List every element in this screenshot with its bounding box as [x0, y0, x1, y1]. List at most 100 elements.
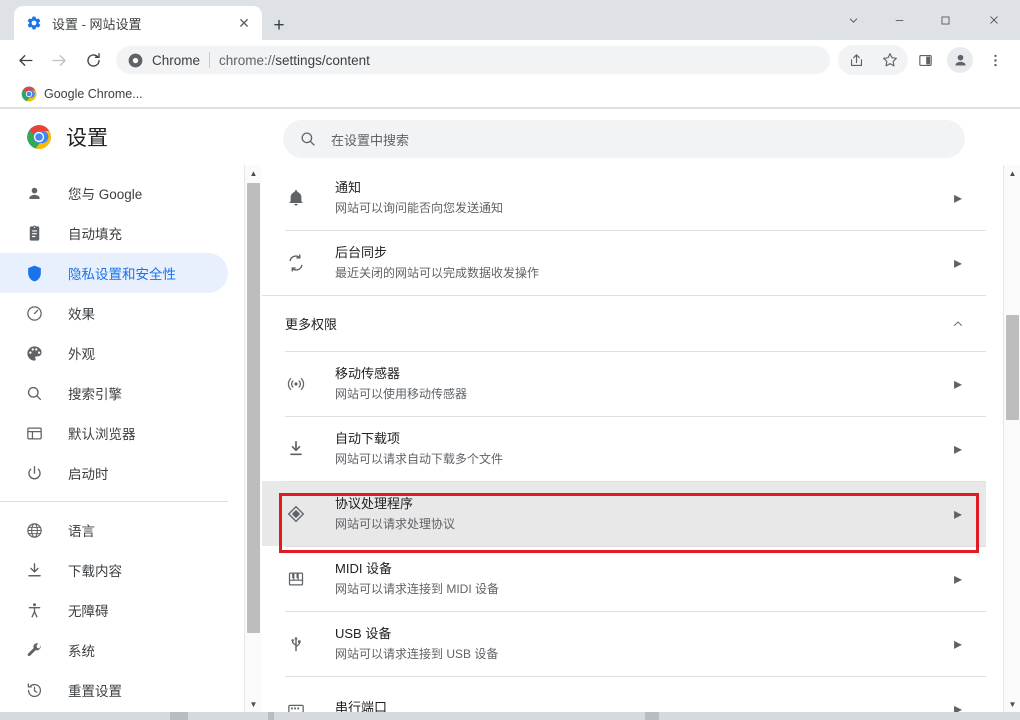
setting-row-motion-sensors[interactable]: 移动传感器 网站可以使用移动传感器 ▸ [262, 351, 986, 416]
sidebar-item-label: 外观 [68, 343, 95, 363]
setting-title: 协议处理程序 [335, 494, 948, 513]
profile-avatar[interactable] [947, 47, 973, 73]
sidebar-item-you-and-google[interactable]: 您与 Google [0, 173, 228, 213]
download-icon [24, 560, 44, 580]
bookmark-star-icon[interactable] [875, 45, 905, 75]
scroll-down-icon[interactable]: ▼ [1004, 696, 1020, 712]
section-more-permissions[interactable]: 更多权限 [262, 295, 986, 351]
side-panel-icon[interactable] [910, 45, 940, 75]
sidebar-item-appearance[interactable]: 外观 [0, 333, 228, 373]
settings-header: 设置 在设置中搜索 [0, 109, 1005, 165]
sidebar-item-label: 隐私设置和安全性 [68, 263, 176, 283]
sidebar-item-label: 您与 Google [68, 183, 142, 203]
settings-sidebar: 您与 Google 自动填充 隐私设置和安全性 [0, 165, 244, 712]
security-label: Chrome [152, 53, 200, 68]
close-icon[interactable] [968, 0, 1020, 40]
serial-icon [285, 698, 307, 713]
sidebar-item-performance[interactable]: 效果 [0, 293, 228, 333]
sidebar-item-system[interactable]: 系统 [0, 630, 228, 670]
chevron-right-icon[interactable]: ▸ [948, 374, 968, 394]
setting-row-notifications[interactable]: 通知 网站可以询问能否向您发送通知 ▸ [262, 165, 986, 230]
setting-title: 自动下载项 [335, 429, 948, 448]
setting-subtitle: 网站可以请求连接到 MIDI 设备 [335, 580, 948, 599]
sidebar-item-accessibility[interactable]: 无障碍 [0, 590, 228, 630]
setting-subtitle: 网站可以请求连接到 USB 设备 [335, 645, 948, 664]
chevron-right-icon[interactable]: ▸ [948, 634, 968, 654]
omnibox-divider [209, 52, 210, 68]
sidebar-item-downloads[interactable]: 下载内容 [0, 550, 228, 590]
sidebar-divider [0, 501, 228, 502]
setting-row-text: USB 设备 网站可以请求连接到 USB 设备 [335, 624, 948, 664]
sidebar-item-label: 自动填充 [68, 223, 122, 243]
sync-icon [285, 252, 307, 274]
setting-row-usb-devices[interactable]: USB 设备 网站可以请求连接到 USB 设备 ▸ [262, 611, 986, 676]
sidebar-item-privacy-security[interactable]: 隐私设置和安全性 [0, 253, 228, 293]
sidebar-item-reset-settings[interactable]: 重置设置 [0, 670, 228, 710]
shield-icon [24, 263, 44, 283]
url-scheme: chrome:// [219, 53, 275, 68]
nav-group-primary: 您与 Google 自动填充 隐私设置和安全性 [0, 165, 244, 493]
setting-row-text: 自动下载项 网站可以请求自动下载多个文件 [335, 429, 948, 469]
reload-icon[interactable] [78, 45, 108, 75]
tab-settings[interactable]: 设置 - 网站设置 ✕ [14, 6, 262, 40]
search-input[interactable]: 在设置中搜索 [283, 120, 965, 158]
setting-row-text: 协议处理程序 网站可以请求处理协议 [335, 494, 948, 534]
nav-group-secondary: 语言 下载内容 无障碍 [0, 510, 244, 710]
sidebar-item-label: 重置设置 [68, 680, 122, 700]
chevron-right-icon[interactable]: ▸ [948, 699, 968, 713]
setting-row-text: 串行端口 [335, 698, 948, 712]
taskbar-segment [170, 712, 188, 720]
setting-row-protocol-handlers[interactable]: 协议处理程序 网站可以请求处理协议 ▸ [262, 481, 986, 546]
protocol-icon [285, 503, 307, 525]
browser-window: 设置 - 网站设置 ✕ + [0, 0, 1020, 720]
setting-title: MIDI 设备 [335, 559, 948, 578]
setting-row-automatic-downloads[interactable]: 自动下载项 网站可以请求自动下载多个文件 ▸ [262, 416, 986, 481]
share-icon[interactable] [841, 45, 871, 75]
sidebar-scrollbar[interactable]: ▲ ▼ [244, 165, 261, 712]
bell-icon [285, 187, 307, 209]
setting-row-serial-ports[interactable]: 串行端口 ▸ [262, 676, 986, 712]
chevron-right-icon[interactable]: ▸ [948, 439, 968, 459]
setting-row-midi-devices[interactable]: MIDI 设备 网站可以请求连接到 MIDI 设备 ▸ [262, 546, 986, 611]
sidebar-scrollbar-thumb[interactable] [247, 183, 260, 633]
sidebar-item-default-browser[interactable]: 默认浏览器 [0, 413, 228, 453]
chevron-right-icon[interactable]: ▸ [948, 188, 968, 208]
clipboard-icon [24, 223, 44, 243]
gear-icon [26, 15, 42, 31]
window-controls [830, 0, 1020, 40]
tab-search-icon[interactable] [830, 0, 876, 40]
scroll-up-icon[interactable]: ▲ [1004, 165, 1020, 181]
sidebar-item-languages[interactable]: 语言 [0, 510, 228, 550]
scroll-down-icon[interactable]: ▼ [245, 696, 262, 712]
scroll-up-icon[interactable]: ▲ [245, 165, 262, 181]
sidebar-item-label: 搜索引擎 [68, 383, 122, 403]
tab-title: 设置 - 网站设置 [52, 14, 234, 33]
url-text: chrome://settings/content [219, 53, 370, 68]
bookmark-item[interactable]: Google Chrome... [14, 83, 150, 105]
maximize-icon[interactable] [922, 0, 968, 40]
setting-row-text: 移动传感器 网站可以使用移动传感器 [335, 364, 948, 404]
sidebar-item-on-startup[interactable]: 启动时 [0, 453, 228, 493]
page-scrollbar[interactable]: ▲ ▼ [1003, 165, 1020, 712]
setting-title: 通知 [335, 178, 948, 197]
menu-icon[interactable] [980, 45, 1010, 75]
close-icon[interactable]: ✕ [234, 13, 254, 33]
sidebar-item-autofill[interactable]: 自动填充 [0, 213, 228, 253]
settings-page: 设置 在设置中搜索 您与 Google [0, 109, 1020, 712]
chevron-right-icon[interactable]: ▸ [948, 569, 968, 589]
back-icon[interactable] [10, 45, 40, 75]
setting-row-background-sync[interactable]: 后台同步 最近关闭的网站可以完成数据收发操作 ▸ [262, 230, 986, 295]
minimize-icon[interactable] [876, 0, 922, 40]
setting-row-text: 后台同步 最近关闭的网站可以完成数据收发操作 [335, 243, 948, 283]
chevron-right-icon[interactable]: ▸ [948, 504, 968, 524]
wrench-icon [24, 640, 44, 660]
sidebar-item-search-engine[interactable]: 搜索引擎 [0, 373, 228, 413]
bookmark-label: Google Chrome... [44, 87, 143, 101]
chevron-up-icon[interactable] [948, 317, 968, 331]
forward-icon[interactable] [44, 45, 74, 75]
new-tab-button[interactable]: + [266, 12, 292, 38]
page-scrollbar-thumb[interactable] [1006, 315, 1019, 420]
chevron-right-icon[interactable]: ▸ [948, 253, 968, 273]
search-placeholder: 在设置中搜索 [331, 130, 409, 149]
address-bar[interactable]: Chrome chrome://settings/content [116, 46, 830, 74]
